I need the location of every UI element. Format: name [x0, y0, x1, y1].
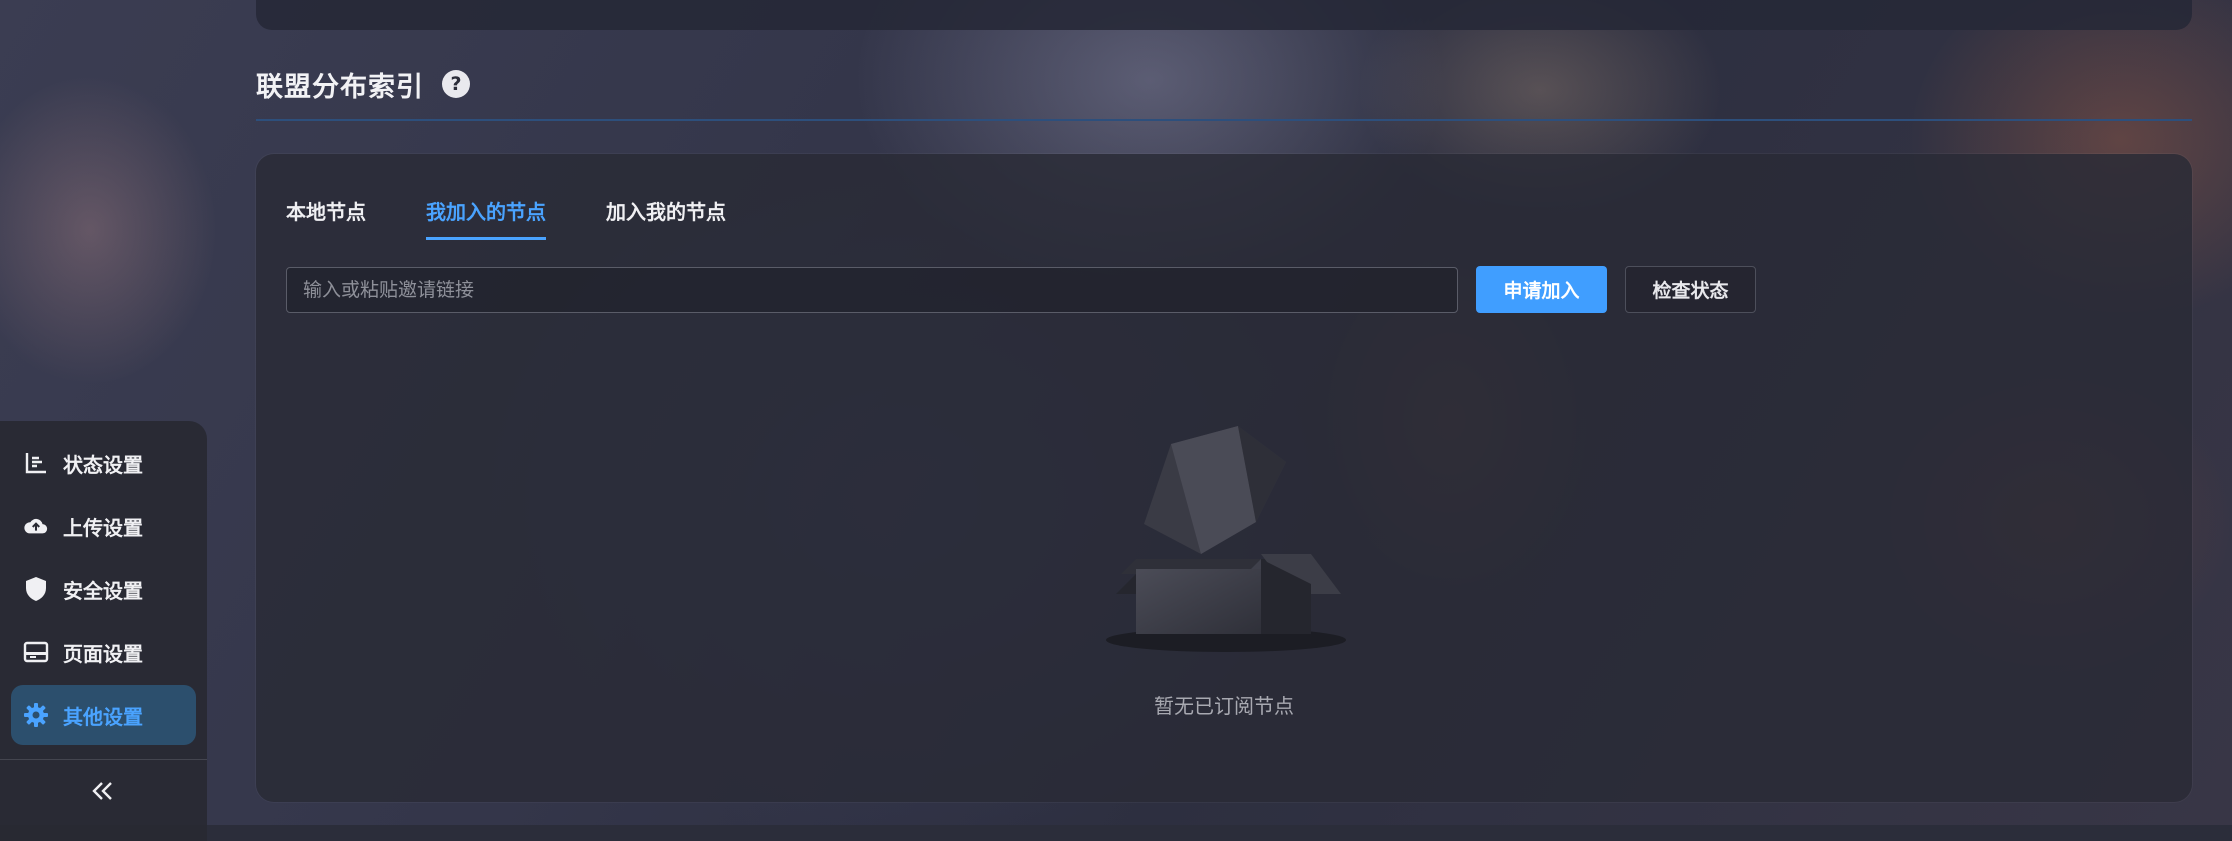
sidebar-item-label: 状态设置 [63, 452, 143, 477]
tab-joined-nodes[interactable]: 我加入的节点 [426, 196, 546, 240]
tab-bar: 本地节点 我加入的节点 加入我的节点 [286, 196, 726, 240]
check-status-button[interactable]: 检查状态 [1625, 266, 1756, 313]
sidebar-item-upload[interactable]: 上传设置 [11, 496, 196, 556]
invite-row: 申请加入 检查状态 [286, 266, 1756, 313]
tab-local-nodes[interactable]: 本地节点 [286, 196, 366, 240]
shield-icon [23, 576, 49, 602]
gear-icon [23, 702, 49, 728]
sidebar: 状态设置 上传设置 安全设置 页面设置 其他设置 [0, 421, 207, 841]
double-chevron-left-icon [92, 782, 112, 800]
sidebar-item-label: 页面设置 [63, 641, 143, 666]
card-icon [23, 639, 49, 665]
tab-nodes-joined-me[interactable]: 加入我的节点 [606, 196, 726, 240]
nodes-panel: 本地节点 我加入的节点 加入我的节点 申请加入 检查状态 暂无已订阅节点 [256, 154, 2192, 802]
chart-icon [23, 450, 49, 476]
sidebar-item-label: 其他设置 [63, 704, 143, 729]
sidebar-item-other[interactable]: 其他设置 [11, 685, 196, 745]
apply-join-button[interactable]: 申请加入 [1476, 266, 1607, 313]
sidebar-item-label: 上传设置 [63, 515, 143, 540]
invite-link-input[interactable] [286, 266, 1458, 313]
sidebar-item-status[interactable]: 状态设置 [11, 433, 196, 493]
cloud-upload-icon [23, 513, 49, 539]
empty-state-text: 暂无已订阅节点 [1154, 694, 1294, 718]
section-header: 联盟分布索引 ? [256, 64, 470, 104]
title-divider [256, 119, 2192, 121]
top-panel-edge [256, 0, 2192, 30]
question-circle-icon[interactable]: ? [442, 70, 470, 98]
sidebar-item-page[interactable]: 页面设置 [11, 622, 196, 682]
empty-box-icon [1106, 426, 1346, 652]
sidebar-item-label: 安全设置 [63, 578, 143, 603]
page-title: 联盟分布索引 [256, 71, 424, 103]
sidebar-item-security[interactable]: 安全设置 [11, 559, 196, 619]
sidebar-divider [0, 759, 207, 760]
collapse-sidebar-button[interactable] [78, 771, 128, 811]
